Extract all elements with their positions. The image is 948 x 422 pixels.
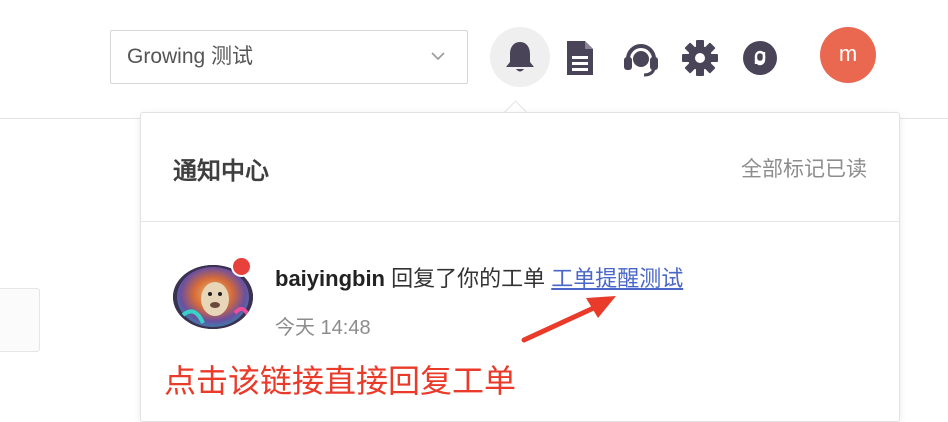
user-avatar[interactable]: m <box>820 27 876 83</box>
headset-icon <box>624 44 658 77</box>
notification-user: baiyingbin <box>275 266 385 291</box>
link-icon <box>743 41 777 75</box>
integration-button[interactable] <box>738 36 782 80</box>
notification-center-title: 通知中心 <box>173 158 269 185</box>
ticket-link[interactable]: 工单提醒测试 <box>551 266 683 291</box>
top-bar: Growing 测试 m <box>0 0 948 119</box>
notification-action: 回复了你的工单 <box>385 266 552 291</box>
settings-button[interactable] <box>678 36 722 80</box>
support-button[interactable] <box>620 36 662 80</box>
notification-time: 今天 14:48 <box>275 317 371 339</box>
chevron-down-icon <box>431 52 445 61</box>
project-select[interactable]: Growing 测试 <box>110 30 468 84</box>
bell-icon <box>506 42 534 72</box>
notifications-button[interactable] <box>490 27 550 87</box>
document-button[interactable] <box>560 36 600 80</box>
annotation-text: 点击该链接直接回复工单 <box>164 363 517 399</box>
unread-indicator <box>231 256 252 277</box>
project-select-label: Growing 测试 <box>127 45 254 68</box>
document-icon <box>567 41 593 75</box>
notification-message: baiyingbin 回复了你的工单 工单提醒测试 <box>275 261 683 293</box>
mark-all-read-link[interactable]: 全部标记已读 <box>741 153 867 183</box>
notification-center-header: 通知中心 全部标记已读 <box>141 113 899 222</box>
gear-icon <box>682 40 718 76</box>
background-panel-edge <box>0 288 40 352</box>
